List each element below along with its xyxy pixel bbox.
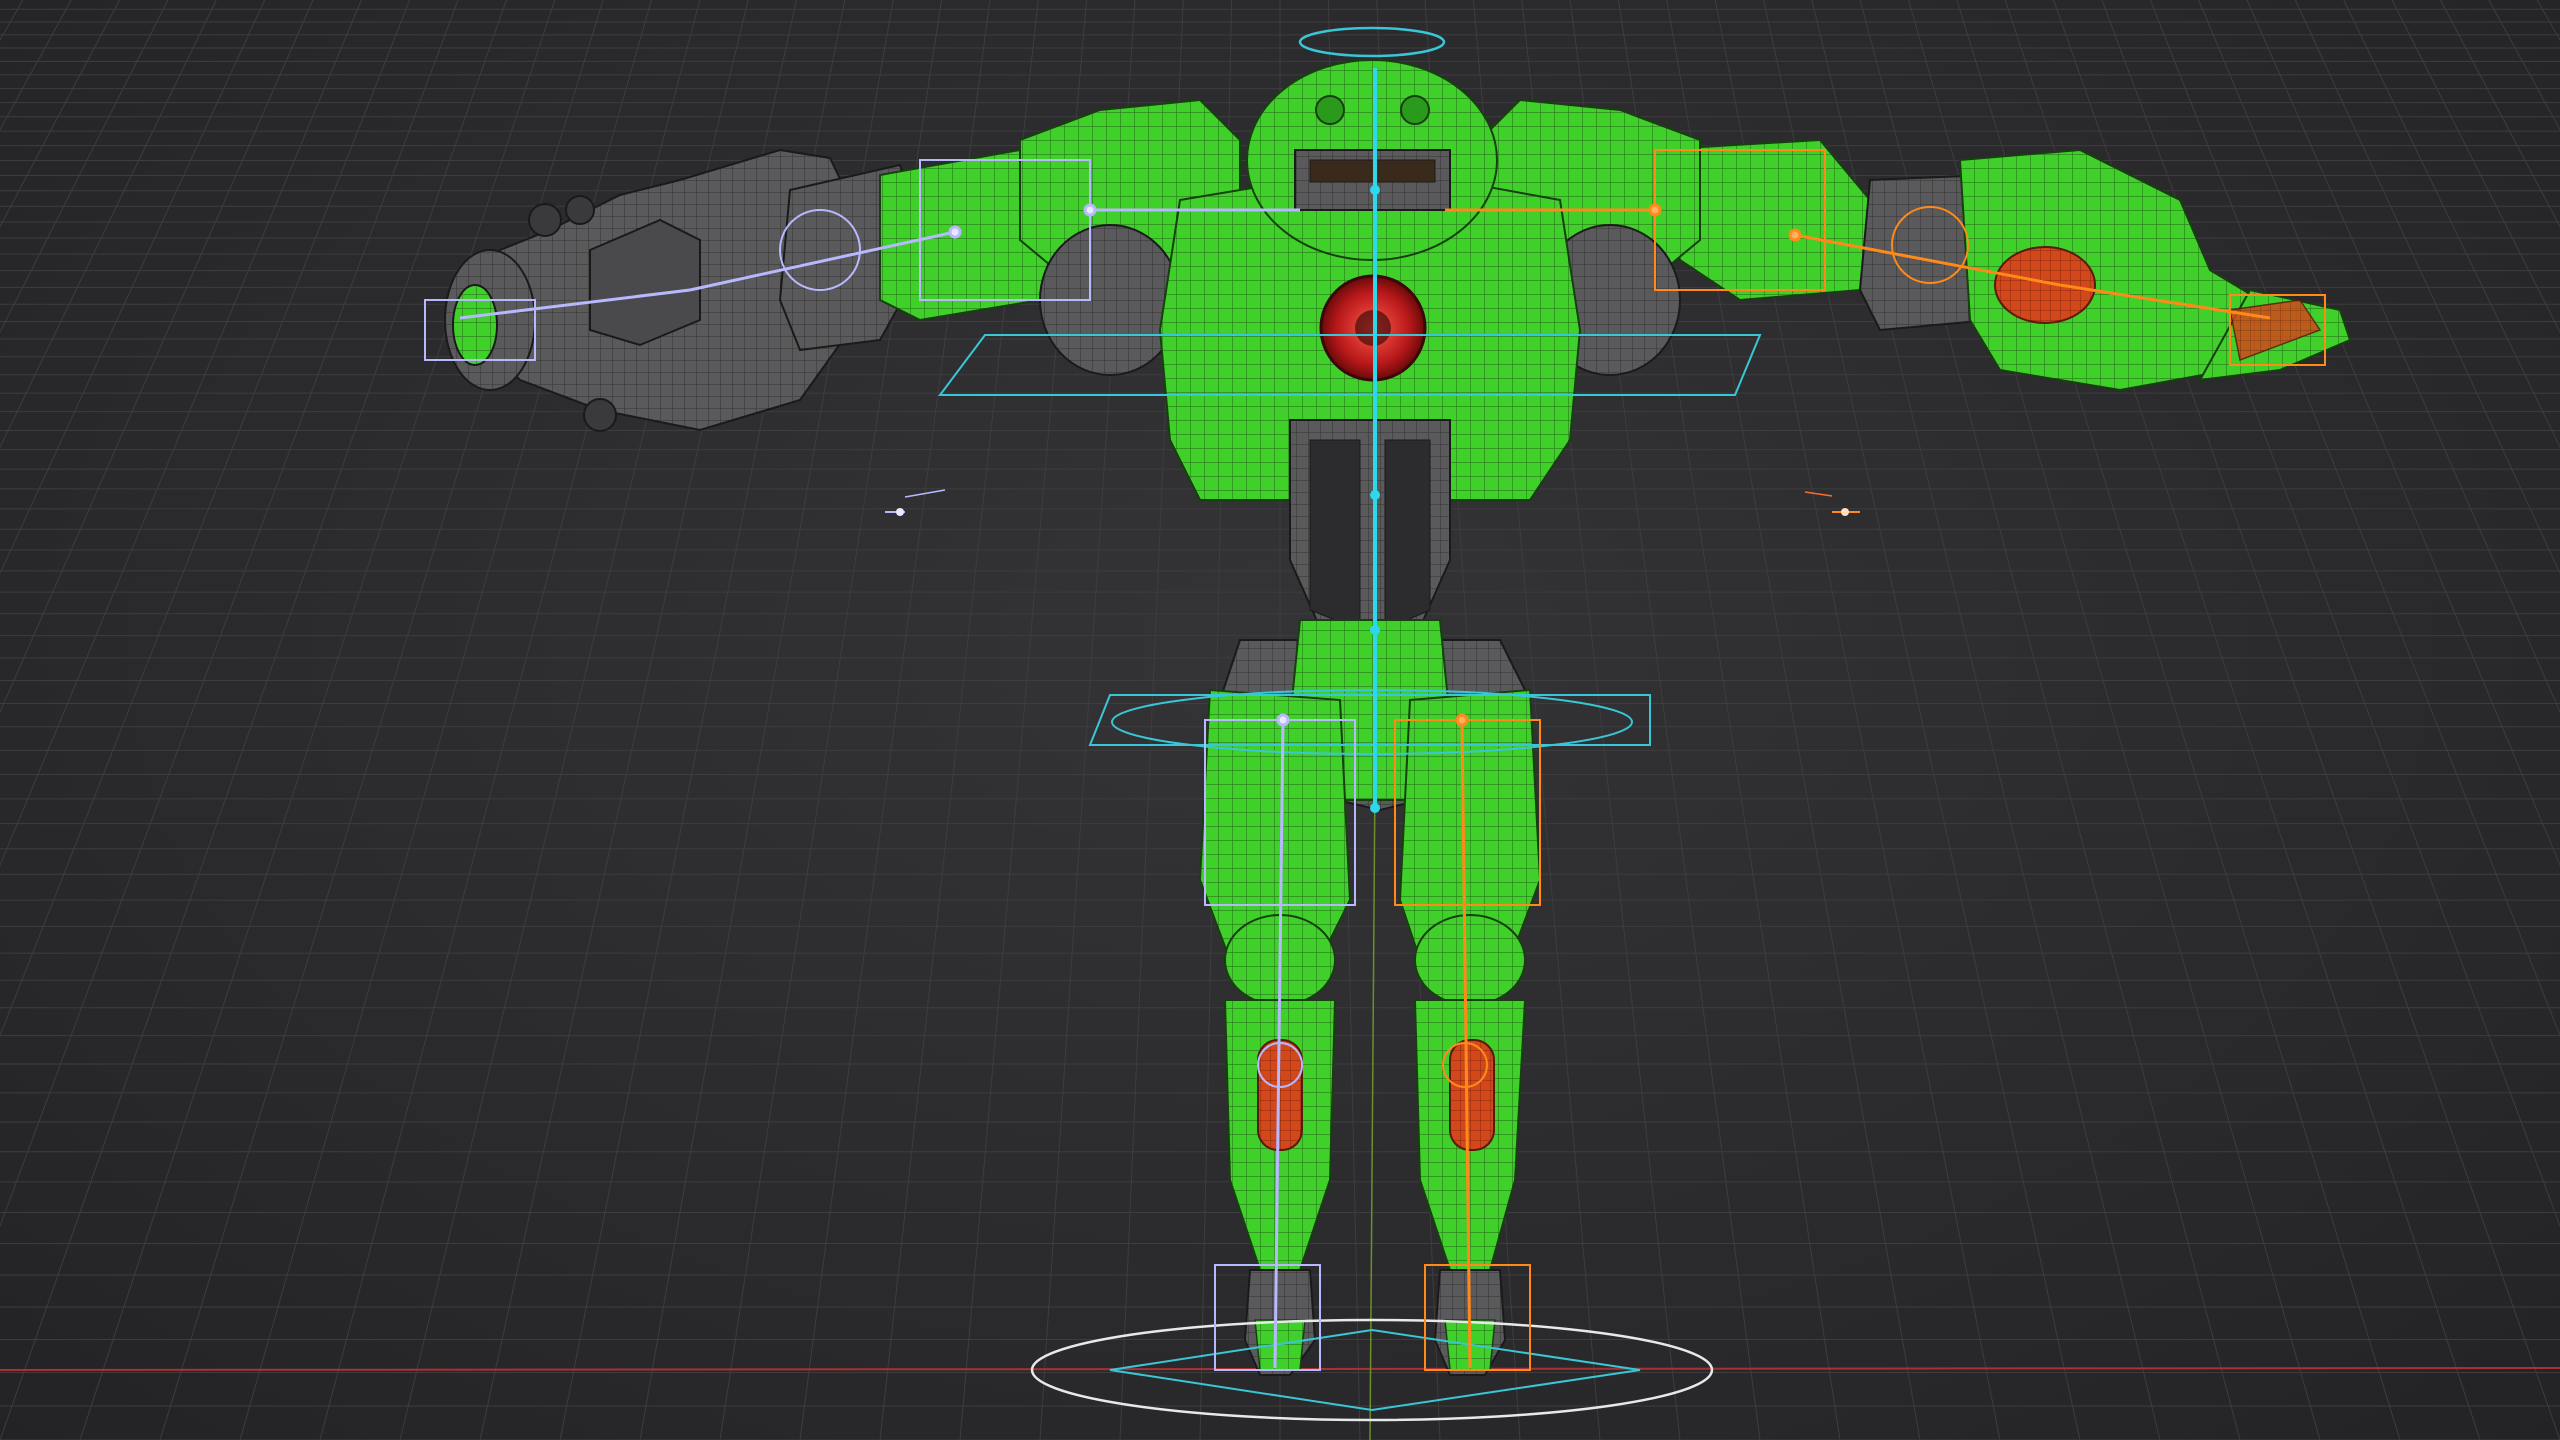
waist[interactable] — [1289, 419, 1451, 651]
grid-line — [2391, 0, 2560, 334]
grid-line — [0, 0, 169, 334]
left-elbow-pole-target[interactable] — [885, 489, 946, 516]
right-arm[interactable] — [1648, 138, 2352, 392]
grid-line — [0, 0, 362, 867]
grid-line — [2149, 0, 2560, 1037]
grid-line — [2439, 0, 2560, 228]
grid-line — [2246, 0, 2560, 714]
grid-line — [2294, 0, 2560, 575]
grid-line — [0, 0, 24, 42]
grid-line — [0, 0, 217, 449]
grid-line — [2536, 0, 2560, 42]
grid-line — [2343, 0, 2560, 449]
grid-line — [79, 0, 556, 1440]
robot-mesh[interactable] — [444, 59, 2352, 1376]
grid-line — [0, 0, 266, 575]
grid-line — [0, 0, 411, 1037]
head-control[interactable] — [1298, 26, 1446, 58]
grid-line — [0, 0, 314, 714]
grid-line — [0, 0, 121, 228]
3d-viewport[interactable] — [0, 0, 2560, 1440]
grid-line — [0, 0, 507, 1440]
head[interactable] — [1246, 59, 1498, 261]
grid-line — [2198, 0, 2560, 867]
grid-line — [0, 0, 459, 1228]
viewport-scene[interactable] — [0, 0, 2560, 1440]
